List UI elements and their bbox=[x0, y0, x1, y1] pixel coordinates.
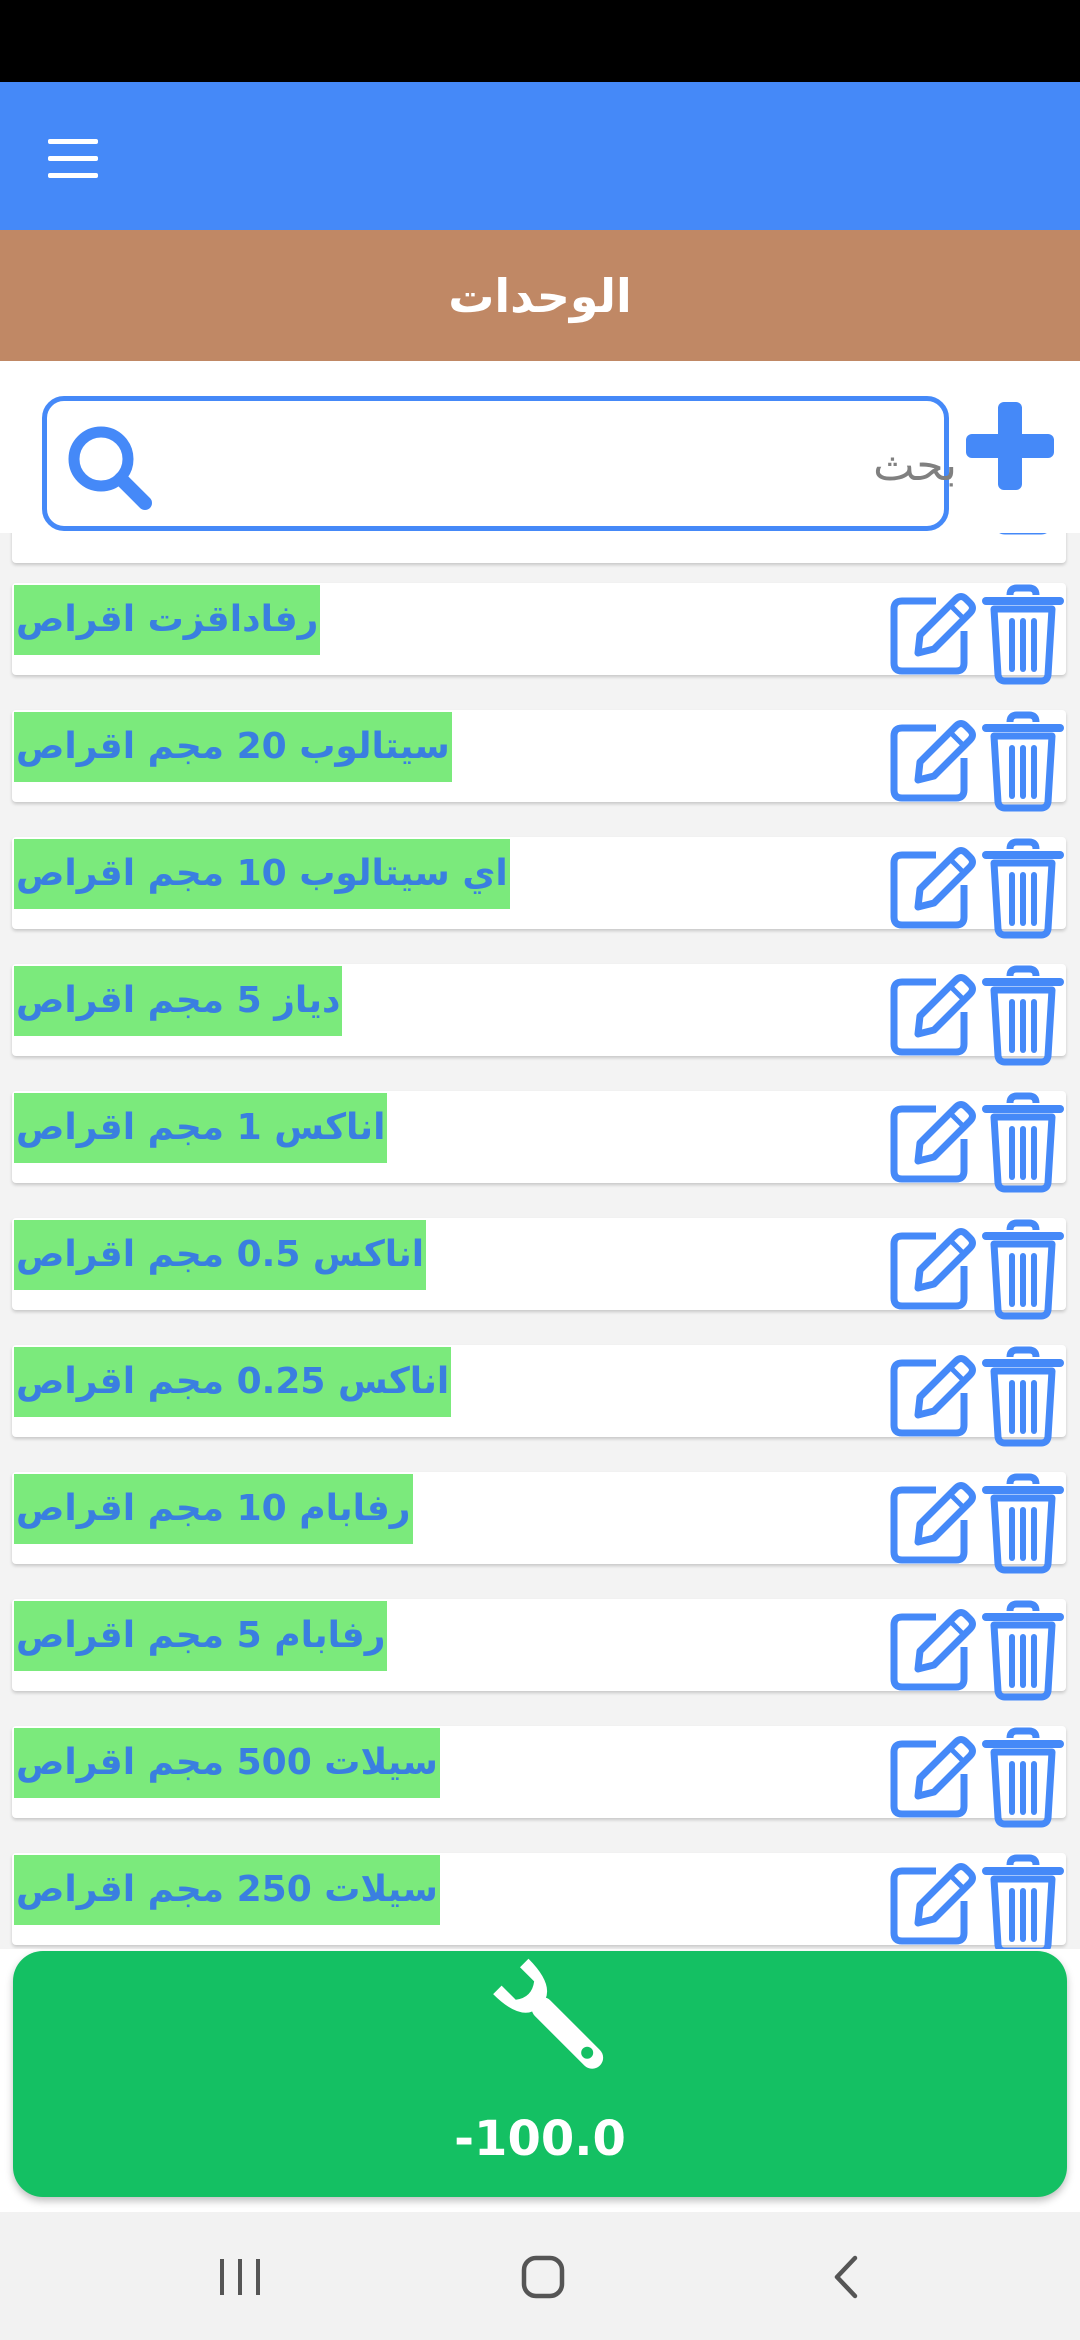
search-area bbox=[0, 361, 1080, 533]
list-item[interactable]: اناكس 1 مجم اقراص bbox=[12, 1091, 1066, 1193]
recents-icon[interactable] bbox=[200, 2242, 280, 2312]
edit-icon[interactable] bbox=[884, 1095, 978, 1189]
trash-icon[interactable] bbox=[982, 1599, 1064, 1701]
trash-icon[interactable] bbox=[982, 1472, 1064, 1574]
wrench-icon bbox=[493, 1958, 604, 2069]
hamburger-menu-icon[interactable] bbox=[30, 122, 116, 194]
edit-icon[interactable] bbox=[884, 1222, 978, 1316]
title-bar: الوحدات bbox=[0, 230, 1080, 361]
edit-icon[interactable] bbox=[884, 1730, 978, 1824]
list-item[interactable]: سيتالوب 20 مجم اقراص bbox=[12, 710, 1066, 812]
unit-name: سيتالوب 20 مجم اقراص bbox=[14, 712, 452, 782]
unit-name: اي سيتالوب 10 مجم اقراص bbox=[14, 839, 510, 909]
home-icon[interactable] bbox=[503, 2242, 583, 2312]
app-bar bbox=[0, 82, 1080, 230]
search-icon[interactable] bbox=[61, 419, 155, 513]
trash-icon[interactable] bbox=[982, 583, 1064, 685]
edit-icon[interactable] bbox=[884, 587, 978, 681]
unit-name: اناكس 0.25 مجم اقراص bbox=[14, 1347, 452, 1417]
fab-value: -100.0 bbox=[454, 2111, 626, 2167]
unit-name: سيلات 250 مجم اقراص bbox=[14, 1855, 440, 1925]
trash-icon[interactable] bbox=[982, 964, 1064, 1066]
edit-icon[interactable] bbox=[884, 1857, 978, 1949]
plus-icon[interactable] bbox=[960, 396, 1060, 496]
trash-icon[interactable] bbox=[982, 1218, 1064, 1320]
list-item[interactable] bbox=[12, 533, 1066, 563]
edit-icon[interactable] bbox=[884, 968, 978, 1062]
home-glyph bbox=[521, 2255, 565, 2299]
trash-icon[interactable] bbox=[982, 1091, 1064, 1193]
list-item[interactable]: اي سيتالوب 10 مجم اقراص bbox=[12, 837, 1066, 939]
list-item[interactable]: اناكس 0.25 مجم اقراص bbox=[12, 1345, 1066, 1447]
status-bar bbox=[0, 0, 1080, 82]
trash-icon[interactable] bbox=[982, 1726, 1064, 1828]
list-item[interactable]: رفاداقزت اقراص bbox=[12, 583, 1066, 685]
edit-icon[interactable] bbox=[884, 1476, 978, 1570]
trash-icon[interactable] bbox=[982, 837, 1064, 939]
unit-name: رفابام 10 مجم اقراص bbox=[14, 1474, 413, 1544]
list-item[interactable]: اناكس 0.5 مجم اقراص bbox=[12, 1218, 1066, 1320]
unit-name: دياز 5 مجم اقراص bbox=[14, 966, 343, 1036]
back-icon[interactable] bbox=[806, 2242, 886, 2312]
edit-icon[interactable] bbox=[884, 841, 978, 935]
unit-name: اناكس 0.5 مجم اقراص bbox=[14, 1220, 427, 1290]
settings-fab[interactable]: -100.0 bbox=[13, 1951, 1067, 2197]
edit-icon[interactable] bbox=[884, 1349, 978, 1443]
menu-line bbox=[48, 172, 98, 178]
search-input[interactable] bbox=[177, 421, 957, 509]
units-list[interactable]: رفاداقزت اقراص سيتالوب 20 مجم اقراص اي سيت… bbox=[0, 533, 1080, 1949]
trash-icon[interactable] bbox=[982, 1853, 1064, 1949]
edit-icon[interactable] bbox=[884, 533, 978, 537]
edit-icon[interactable] bbox=[884, 1603, 978, 1697]
unit-name: رفاداقزت اقراص bbox=[14, 585, 321, 655]
list-item[interactable]: رفابام 5 مجم اقراص bbox=[12, 1599, 1066, 1701]
search-box[interactable] bbox=[42, 396, 957, 531]
menu-line bbox=[48, 138, 98, 144]
list-item[interactable]: سيلات 500 مجم اقراص bbox=[12, 1726, 1066, 1828]
list-item[interactable]: رفابام 10 مجم اقراص bbox=[12, 1472, 1066, 1574]
unit-name: سيلات 500 مجم اقراص bbox=[14, 1728, 440, 1798]
edit-icon[interactable] bbox=[884, 714, 978, 808]
unit-name: اناكس 1 مجم اقراص bbox=[14, 1093, 388, 1163]
trash-icon[interactable] bbox=[982, 710, 1064, 812]
unit-name: رفابام 5 مجم اقراص bbox=[14, 1601, 388, 1671]
list-item[interactable]: سيلات 250 مجم اقراص bbox=[12, 1853, 1066, 1949]
trash-icon[interactable] bbox=[982, 1345, 1064, 1447]
menu-line bbox=[48, 155, 98, 161]
trash-icon[interactable] bbox=[982, 533, 1064, 535]
list-item[interactable]: دياز 5 مجم اقراص bbox=[12, 964, 1066, 1066]
page-title: الوحدات bbox=[448, 268, 632, 323]
system-nav-bar bbox=[0, 2212, 1080, 2340]
back-glyph bbox=[834, 2255, 858, 2299]
recents-glyph bbox=[220, 2259, 260, 2295]
